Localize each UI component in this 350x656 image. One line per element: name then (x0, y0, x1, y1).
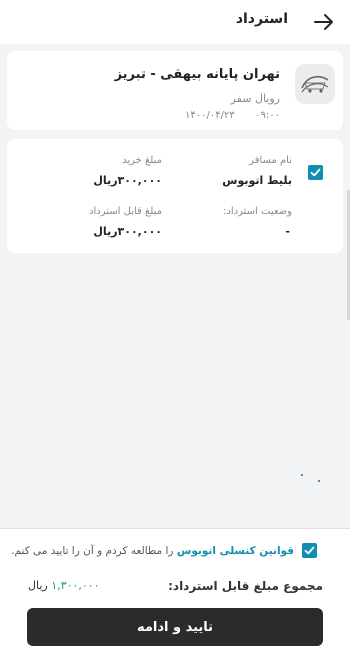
check-icon (310, 168, 321, 177)
back-button[interactable] (308, 6, 340, 38)
total-refund-amount: ۱,۳۰۰,۰۰۰ (51, 579, 100, 592)
passenger-name-label: نام مسافر (249, 155, 292, 166)
refundable-amount-label: مبلغ قابل استرداد (89, 206, 162, 217)
trip-datetime: ۱۴۰۰/۰۴/۲۳ ۰۹:۰۰ (185, 110, 280, 121)
company-name: رویال سفر (230, 92, 280, 105)
trip-date: ۱۴۰۰/۰۴/۲۳ (185, 110, 235, 121)
check-icon (304, 546, 315, 555)
total-refund-currency: ریال (28, 579, 48, 592)
bus-logo-graphic (301, 75, 329, 93)
refundable-amount-value: ۳۰۰,۰۰۰ریال (93, 225, 162, 238)
total-refund-value: ۱,۳۰۰,۰۰۰ ریال (28, 579, 100, 592)
terms-link[interactable]: قوانین کنسلی اتوبوس (177, 545, 294, 557)
arrow-right-icon (314, 14, 333, 30)
refund-status-value: - (285, 225, 290, 238)
bus-company-logo-icon (295, 64, 335, 104)
purchase-amount-label: مبلغ خرید (122, 155, 162, 166)
bottom-panel: قوانین کنسلی اتوبوس را مطالعه کردم و آن … (0, 528, 350, 656)
passenger-name-value: بلیط اتوبوس (222, 174, 292, 187)
app-header: استرداد (0, 0, 350, 44)
terms-statement: قوانین کنسلی اتوبوس را مطالعه کردم و آن … (11, 545, 294, 557)
passenger-checkbox[interactable] (308, 165, 323, 180)
route-title: تهران پایانه بیهقی - تبریز (114, 67, 280, 82)
trip-time: ۰۹:۰۰ (255, 110, 280, 121)
loading-indicator (301, 474, 323, 484)
total-refund-label: مجموع مبلغ قابل استرداد: (168, 579, 323, 593)
refund-status-label: وضعیت استرداد: (223, 206, 292, 217)
terms-text: را مطالعه کردم و آن را تایید می کنم. (11, 545, 174, 557)
purchase-amount-value: ۳۰۰,۰۰۰ریال (93, 174, 162, 187)
passenger-card: نام مسافر بلیط اتوبوس مبلغ خرید ۳۰۰,۰۰۰ر… (7, 139, 343, 253)
page-title: استرداد (235, 11, 288, 27)
confirm-button[interactable]: تایید و ادامه (27, 608, 323, 646)
terms-checkbox[interactable] (302, 543, 317, 558)
trip-card: تهران پایانه بیهقی - تبریز رویال سفر ۱۴۰… (7, 51, 343, 130)
